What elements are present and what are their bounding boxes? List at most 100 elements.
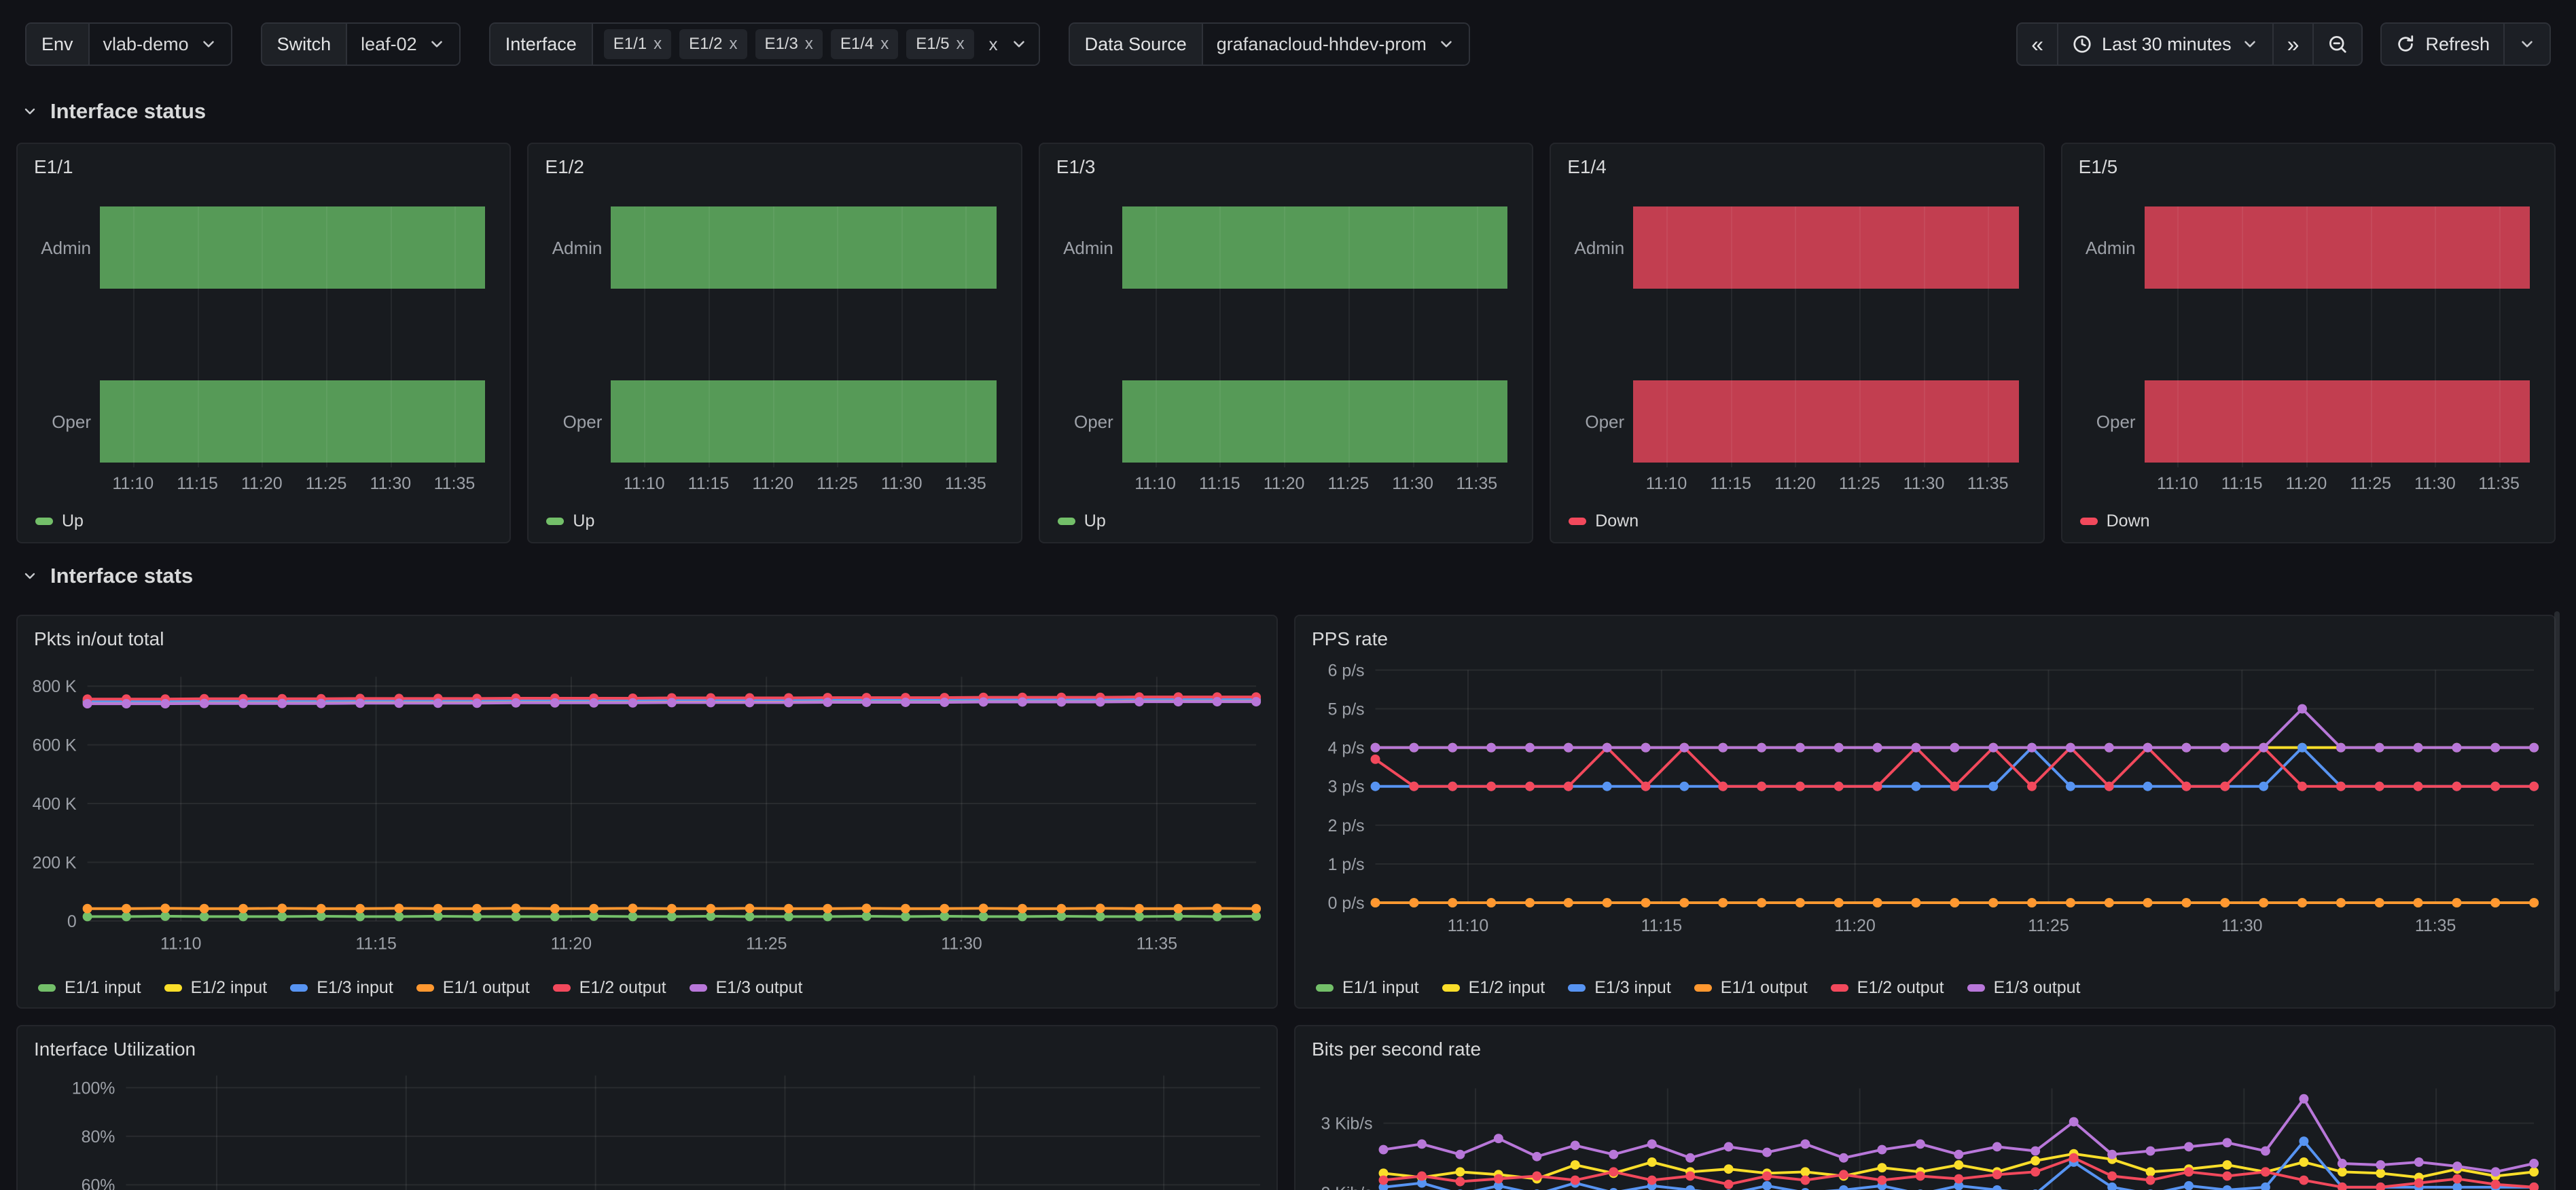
svg-text:100%: 100% xyxy=(72,1079,115,1098)
gridline xyxy=(2177,206,2179,467)
interface-chip[interactable]: E1/4x xyxy=(831,29,898,59)
svg-text:11:20: 11:20 xyxy=(1834,916,1875,935)
panel-title[interactable]: E1/4 xyxy=(1567,156,1607,178)
gridline xyxy=(2306,206,2308,467)
status-panel-e1-4: E1/4 Admin Oper 11:1011:1511:2011:2511:3… xyxy=(1550,143,2044,543)
status-panel-e1-3: E1/3 Admin Oper 11:1011:1511:2011:2511:3… xyxy=(1039,143,1533,543)
section-title: Interface status xyxy=(50,99,206,124)
admin-status-bar xyxy=(1122,206,1507,289)
legend-item[interactable]: E1/3 output xyxy=(690,978,803,998)
legend-pill xyxy=(1694,984,1712,992)
gridline xyxy=(2242,206,2243,467)
legend-item[interactable]: E1/2 output xyxy=(1831,978,1944,998)
panel-pkts-total: Pkts in/out total 800 K600 K400 K200 K01… xyxy=(16,615,1278,1009)
datasource-filter-value[interactable]: grafanacloud-hhdev-prom xyxy=(1203,24,1469,65)
legend-item[interactable]: Up xyxy=(1058,511,1106,531)
legend-item[interactable]: E1/2 input xyxy=(164,978,268,998)
row-label-oper: Oper xyxy=(1556,412,1624,433)
switch-filter-value[interactable]: leaf-02 xyxy=(347,24,459,65)
interface-chip[interactable]: E1/1x xyxy=(604,29,671,59)
svg-text:11:10: 11:10 xyxy=(1448,916,1488,935)
panel-title[interactable]: E1/5 xyxy=(2079,156,2118,178)
remove-icon[interactable]: x xyxy=(805,35,813,54)
legend-pill xyxy=(546,518,564,525)
chevron-down-icon xyxy=(1437,35,1455,53)
x-tick-label: 11:20 xyxy=(752,474,793,494)
gridline xyxy=(1156,206,1157,467)
gridline xyxy=(198,206,199,467)
interface-chip[interactable]: E1/2x xyxy=(679,29,747,59)
pkts-legend: E1/1 input E1/2 input E1/3 input E1/1 outpu… xyxy=(38,978,802,998)
x-tick-label: 11:30 xyxy=(2414,474,2456,494)
legend-label: E1/2 output xyxy=(1857,978,1944,998)
x-tick-label: 11:30 xyxy=(1392,474,1433,494)
section-interface-stats[interactable]: Interface stats xyxy=(22,564,193,588)
svg-text:11:25: 11:25 xyxy=(2028,916,2069,935)
x-tick-label: 11:15 xyxy=(1710,474,1751,494)
chevron-down-icon[interactable] xyxy=(1010,35,1028,53)
time-shift-back-button[interactable]: « xyxy=(2018,24,2058,65)
interface-chip[interactable]: E1/5x xyxy=(906,29,973,59)
gridline xyxy=(709,206,710,467)
remove-icon[interactable]: x xyxy=(654,35,662,54)
panel-title[interactable]: PPS rate xyxy=(1312,628,1388,650)
interface-chip[interactable]: E1/3x xyxy=(755,29,823,59)
legend-label: E1/2 input xyxy=(191,978,268,998)
pkts-chart: 800 K600 K400 K200 K011:1011:1511:2011:2… xyxy=(18,616,1276,1007)
panel-title[interactable]: E1/3 xyxy=(1056,156,1096,178)
x-tick-label: 11:15 xyxy=(688,474,730,494)
panel-title[interactable]: Pkts in/out total xyxy=(34,628,164,650)
remove-icon[interactable]: x xyxy=(880,35,889,54)
panel-title[interactable]: E1/2 xyxy=(545,156,584,178)
gridline xyxy=(1924,206,1925,467)
legend-item[interactable]: E1/2 input xyxy=(1442,978,1545,998)
panel-title[interactable]: Bits per second rate xyxy=(1312,1039,1481,1060)
refresh-button[interactable]: Refresh xyxy=(2382,24,2505,65)
clear-all-icon[interactable]: x xyxy=(989,34,998,55)
gridline xyxy=(1348,206,1350,467)
svg-text:60%: 60% xyxy=(82,1176,115,1190)
remove-icon[interactable]: x xyxy=(956,35,965,54)
legend-item[interactable]: Down xyxy=(2080,511,2150,531)
legend-item[interactable]: E1/3 input xyxy=(1568,978,1671,998)
legend-item[interactable]: Up xyxy=(546,511,594,531)
status-chart xyxy=(611,206,996,467)
refresh-interval-button[interactable] xyxy=(2505,24,2550,65)
time-range-label: Last 30 minutes xyxy=(2102,34,2232,55)
panel-title[interactable]: Interface Utilization xyxy=(34,1039,196,1060)
page-scrollbar[interactable] xyxy=(2554,611,2560,992)
x-tick-label: 11:25 xyxy=(2350,474,2391,494)
time-shift-forward-button[interactable]: » xyxy=(2274,24,2314,65)
gridline xyxy=(1988,206,1989,467)
legend-item[interactable]: E1/1 output xyxy=(1694,978,1808,998)
legend-label: E1/3 output xyxy=(1994,978,2081,998)
legend-item[interactable]: E1/3 input xyxy=(290,978,393,998)
env-filter-value[interactable]: vlab-demo xyxy=(90,24,231,65)
legend-label: E1/3 input xyxy=(317,978,393,998)
legend-item[interactable]: Up xyxy=(35,511,84,531)
status-chart xyxy=(2145,206,2530,467)
panel-title[interactable]: E1/1 xyxy=(34,156,73,178)
legend-item[interactable]: E1/3 output xyxy=(1967,978,2081,998)
svg-text:11:35: 11:35 xyxy=(1137,935,1177,954)
x-tick-label: 11:30 xyxy=(1903,474,1945,494)
legend-pill xyxy=(35,518,53,525)
remove-icon[interactable]: x xyxy=(730,35,738,54)
x-tick-label: 11:35 xyxy=(1967,474,2009,494)
legend-item[interactable]: E1/1 input xyxy=(38,978,141,998)
interface-filter-chips[interactable]: E1/1x E1/2x E1/3x E1/4x E1/5x x xyxy=(593,24,1039,65)
time-zoom-out-button[interactable] xyxy=(2314,24,2361,65)
status-panels-row: E1/1 Admin Oper 11:1011:1511:2011:2511:3… xyxy=(16,143,2556,543)
time-range-picker-button[interactable]: Last 30 minutes xyxy=(2058,24,2274,65)
x-tick-label: 11:35 xyxy=(434,474,476,494)
section-interface-status[interactable]: Interface status xyxy=(22,99,206,124)
legend-label: E1/1 output xyxy=(443,978,530,998)
legend-item[interactable]: E1/1 input xyxy=(1316,978,1419,998)
legend-item[interactable]: E1/2 output xyxy=(553,978,666,998)
x-tick-label: 11:15 xyxy=(2221,474,2263,494)
legend-item[interactable]: Down xyxy=(1569,511,1639,531)
legend-item[interactable]: E1/1 output xyxy=(416,978,530,998)
gridline xyxy=(391,206,392,467)
switch-filter: Switch leaf-02 xyxy=(261,22,461,66)
gridline xyxy=(133,206,135,467)
